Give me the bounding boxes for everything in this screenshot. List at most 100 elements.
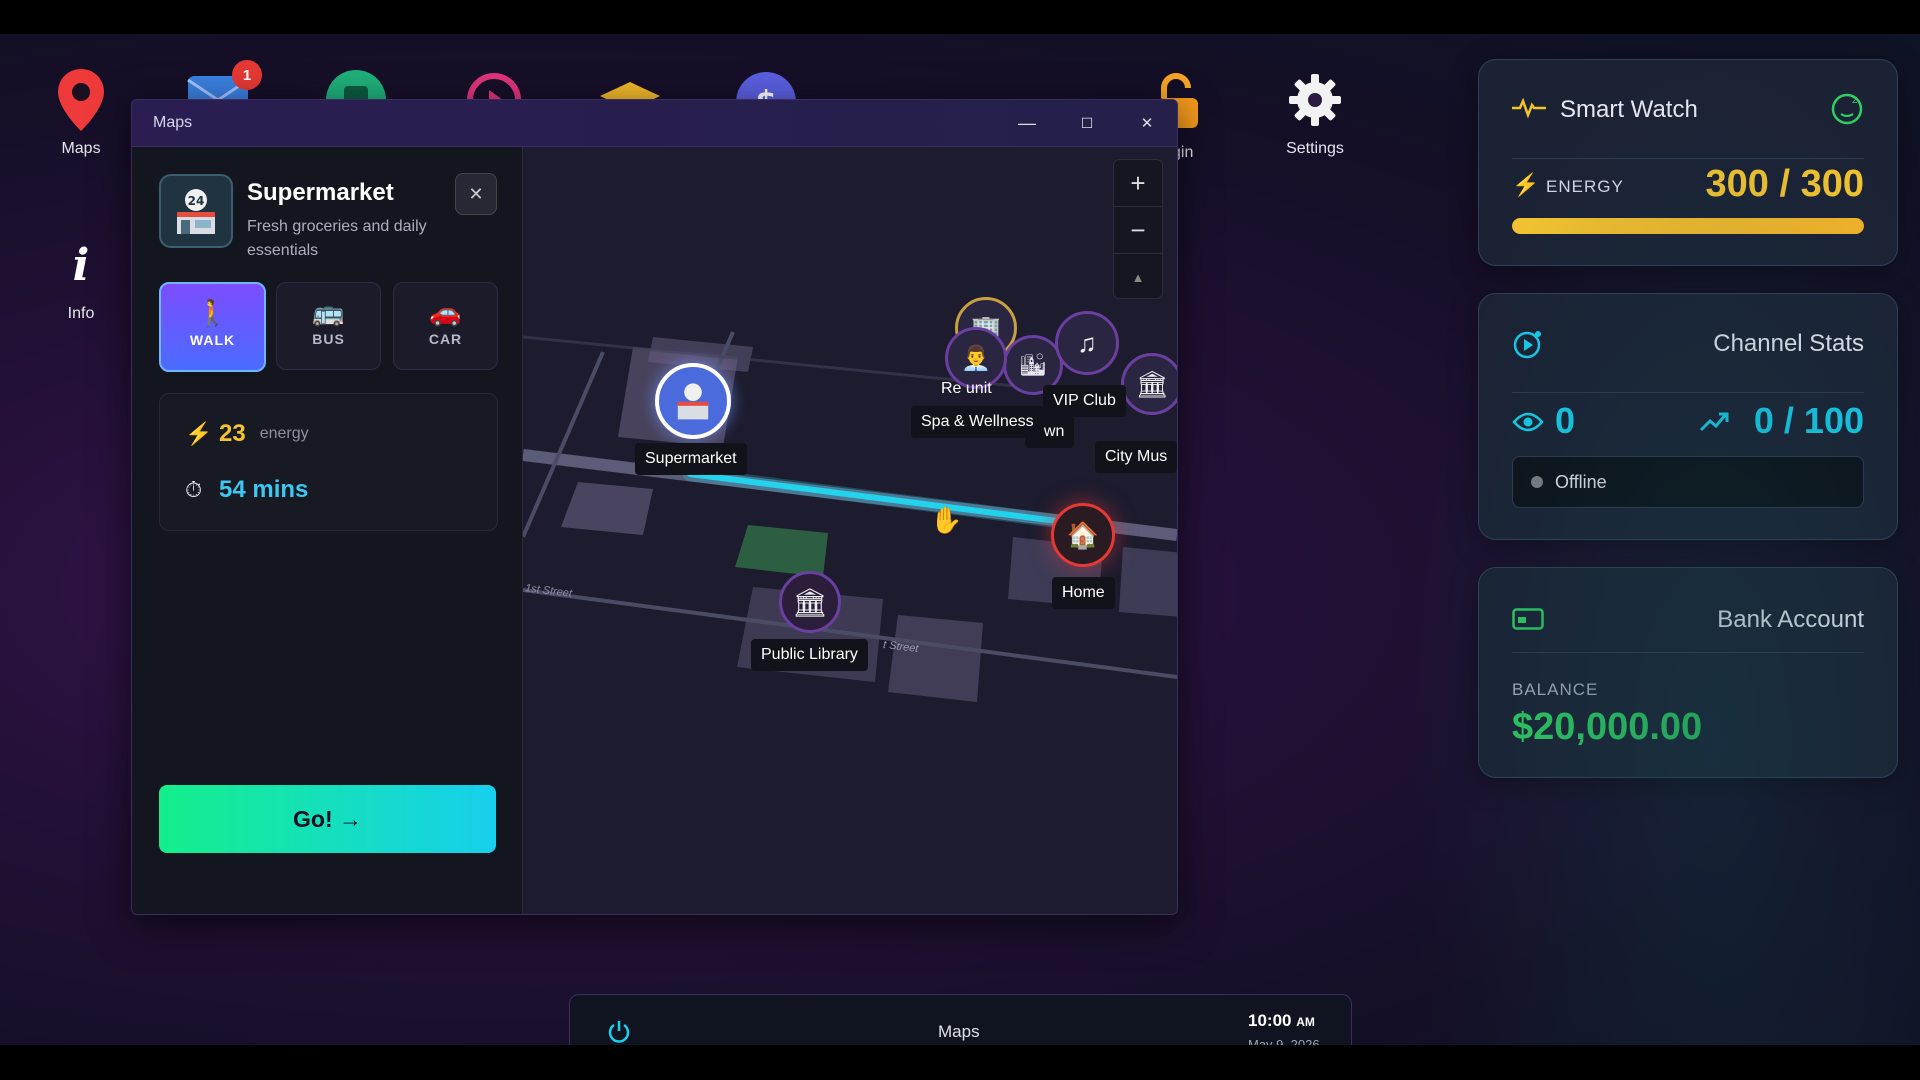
travel-time-row: ⏱ 54 mins [185,476,308,504]
desktop-icon-label: Settings [1286,140,1344,157]
mode-label: BUS [312,331,345,347]
status-dot [1531,476,1543,488]
mode-label: WALK [189,332,236,348]
eye-icon [1512,411,1544,438]
lightning-icon: ⚡ [185,421,213,446]
museum-building-icon: 🏛 [792,586,828,618]
mode-car-button[interactable]: 🚗 CAR [393,282,498,370]
maximize-button[interactable]: ☐ [1057,100,1117,146]
energy-value: 300 / 300 [1705,163,1864,205]
grab-cursor-icon: ✋ [930,505,963,535]
car-icon: 🚗 [429,297,462,327]
desktop-icon-label: Info [67,305,95,322]
taskbar-app-maps[interactable]: Maps [938,1022,980,1042]
museum-building-icon: 🏛 [1135,368,1169,399]
balance-label: BALANCE [1512,680,1599,699]
info-icon: i [72,239,90,291]
gear-icon [1260,64,1370,136]
sleep-face-icon[interactable]: z [1830,92,1864,131]
compass-button[interactable]: ▲ [1114,253,1162,300]
clock-time: 10:00 AM [1248,1011,1315,1031]
balance-value: $20,000.00 [1512,706,1703,748]
maps-window: Maps — ☐ ✕ 24 Supermarket Fresh grocerie… [131,99,1178,915]
status-badge: Offline [1512,456,1864,508]
mail-badge: 1 [232,60,262,90]
card-header: Channel Stats [1512,294,1864,393]
zoom-out-button[interactable]: − [1114,206,1162,253]
views-value: 0 [1555,400,1576,441]
store-icon-text: 24 [188,194,205,208]
card-title: Smart Watch [1560,96,1698,123]
zoom-controls: + − ▲ [1113,159,1163,299]
house-icon: 🏠 [1066,519,1100,550]
public-library-pin[interactable]: 🏛 [779,571,841,633]
energy-bar [1512,218,1864,234]
status-text: Offline [1555,471,1607,492]
map-label-public-library: Public Library [751,639,868,671]
svg-text:z: z [1852,95,1857,106]
walk-icon: 🚶 [196,298,229,328]
window-title: Maps [153,114,193,131]
play-channel-icon [1512,328,1544,365]
mode-bus-button[interactable]: 🚌 BUS [276,282,381,370]
trip-stats: ⚡ 23 energy ⏱ 54 mins [159,393,498,531]
window-titlebar[interactable]: Maps — ☐ ✕ [132,100,1177,147]
close-window-button[interactable]: ✕ [1117,100,1177,146]
city-museum-pin[interactable]: 🏛 [1121,353,1177,415]
mode-walk-button[interactable]: 🚶 WALK [159,282,266,372]
card-header: Smart Watch z [1512,60,1864,159]
minimize-button[interactable]: — [997,100,1057,146]
taskbar: Maps 10:00 AM May 9, 2026 [569,994,1352,1045]
place-panel: 24 Supermarket Fresh groceries and daily… [132,147,523,914]
desktop-icon-label: Maps [61,140,101,157]
store-24h-icon [677,383,709,420]
card-header: Bank Account [1512,568,1864,653]
card-title: Bank Account [1717,606,1864,633]
go-button[interactable]: Go! → [159,785,496,853]
bank-card-icon [1512,608,1544,635]
energy-cost-value: 23 [219,420,246,447]
place-subtitle: Fresh groceries and daily essentials [247,218,427,259]
smart-watch-card: Smart Watch z ⚡ ENERGY 300 / 300 [1478,59,1898,266]
energy-bar-fill [1512,218,1864,234]
supermarket-pin[interactable] [655,363,731,439]
home-pin[interactable]: 🏠 [1051,503,1115,567]
card-title: Channel Stats [1713,330,1864,357]
map-label-recruit: Re unit [941,380,992,397]
clock-ampm: AM [1296,1015,1315,1029]
power-icon[interactable] [606,1019,632,1045]
clock-date: May 9, 2026 [1248,1037,1320,1045]
music-note-icon: ♫ [1077,327,1097,358]
map-label-city-museum: City Mus [1095,441,1177,473]
desktop-icon-settings[interactable]: Settings [1260,64,1370,158]
close-icon: ✕ [468,183,484,204]
stopwatch-icon: ⏱ [185,477,203,502]
vip-club-pin[interactable]: ♫ [1055,311,1119,375]
channel-stats-card: Channel Stats 0 0 / 100 Offline [1478,293,1898,540]
place-title: Supermarket [247,179,394,206]
travel-time-value: 54 mins [219,476,309,503]
zoom-in-button[interactable]: + [1114,160,1162,206]
lightning-icon: ⚡ [1512,172,1540,197]
heartbeat-icon [1512,97,1546,123]
map-label-supermarket: Supermarket [635,443,747,475]
clock-time-value: 10:00 [1248,1011,1292,1030]
person-icon: 👨‍💼 [961,344,991,372]
mode-label: CAR [428,331,463,347]
map-pin-icon [26,64,136,136]
energy-label: ENERGY [1546,177,1624,196]
close-place-button[interactable]: ✕ [455,173,497,215]
trending-up-icon [1699,410,1729,439]
desktop: Maps i Info 1 $ gin [0,34,1920,1045]
map-view[interactable]: 1st Street t Street + − ▲ Supermarket 🏛 [523,147,1177,914]
subscriber-progress: 0 / 100 [1753,400,1864,441]
map-label-spa: Spa & Wellness [911,406,1044,438]
map-label-home: Home [1052,577,1115,609]
energy-cost-row: ⚡ 23 energy [185,420,309,448]
map-label-vip-club: VIP Club [1043,385,1126,417]
desktop-icon-maps[interactable]: Maps [26,64,136,158]
store-24h-icon: 24 [159,174,233,248]
energy-cost-unit: energy [259,425,309,442]
city-icon: 🏙 [1019,352,1047,377]
desktop-icon-info[interactable]: i Info [26,229,136,323]
